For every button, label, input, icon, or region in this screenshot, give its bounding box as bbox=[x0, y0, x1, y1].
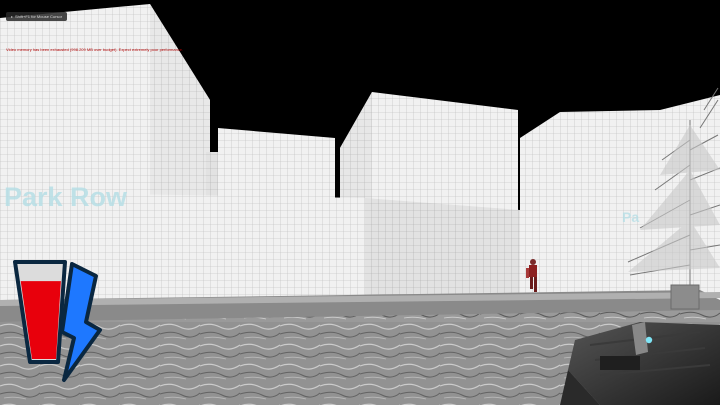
hint-label: Shift+F1 for Mouse Cursor bbox=[15, 14, 63, 19]
crate bbox=[670, 284, 700, 310]
video-memory-warning: Video memory has been exhausted (998.209… bbox=[6, 47, 184, 52]
sign-right: Pa bbox=[622, 209, 639, 225]
mouse-cursor-hint: ▸ Shift+F1 for Mouse Cursor bbox=[6, 12, 68, 21]
weapon-sight-light bbox=[645, 336, 653, 344]
game-viewport[interactable]: Park Row Pa ▸ Shift+F1 for Mouse Cursor … bbox=[0, 0, 720, 405]
hint-arrow-icon: ▸ bbox=[11, 14, 14, 19]
level-geometry: Park Row Pa bbox=[0, 0, 720, 405]
sign-park-row: Park Row bbox=[4, 182, 128, 212]
